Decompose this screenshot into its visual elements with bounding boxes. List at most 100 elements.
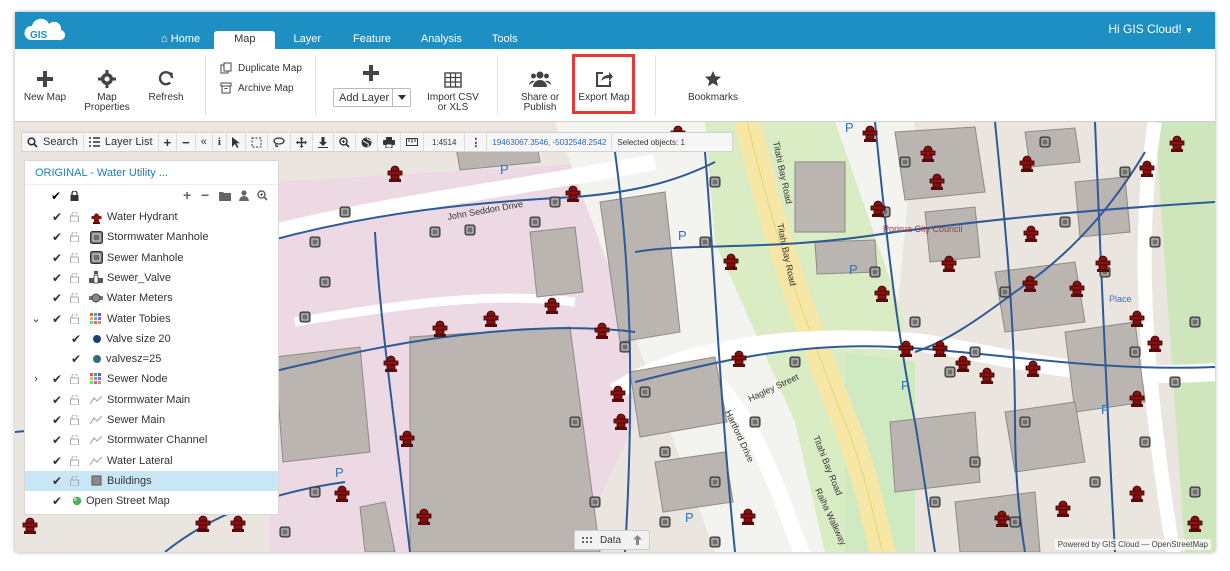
layer-name: Stormwater Main [107, 393, 191, 406]
layer-list-button[interactable]: Layer List [84, 133, 159, 151]
chevron-down-icon[interactable]: ⌄ [31, 312, 41, 325]
folder-icon[interactable] [219, 191, 231, 201]
download-tool[interactable] [313, 133, 334, 151]
layer-row[interactable]: ✔ Sewer_Valve [25, 268, 278, 288]
export-map-button[interactable]: Export Map [575, 49, 633, 122]
visibility-checkbox[interactable]: ✔ [51, 210, 63, 224]
layer-row[interactable]: ✔ Valve size 20 [25, 329, 278, 349]
add-icon[interactable]: + [183, 187, 191, 203]
visibility-checkbox[interactable]: ✔ [51, 271, 63, 285]
select-tool[interactable] [227, 133, 246, 151]
lasso-tool[interactable] [268, 133, 291, 151]
bookmarks-button[interactable]: Bookmarks [683, 49, 743, 122]
zoom-in-button[interactable]: + [159, 133, 178, 151]
layer-row[interactable]: ✔ Water Meters [25, 288, 278, 308]
visibility-checkbox[interactable]: ✔ [51, 230, 63, 244]
data-panel-tab[interactable]: Data [574, 530, 650, 550]
visibility-checkbox[interactable]: ✔ [51, 433, 63, 447]
add-layer-plus-icon[interactable] [362, 64, 380, 87]
ruler-icon [405, 138, 418, 146]
tab-tools[interactable]: Tools [478, 31, 532, 49]
unlock-icon[interactable] [70, 313, 79, 324]
tab-feature[interactable]: Feature [339, 31, 405, 49]
unlock-icon[interactable] [70, 455, 79, 466]
globe-tool[interactable] [356, 133, 378, 151]
pan-tool[interactable] [291, 133, 313, 151]
unlock-icon[interactable] [70, 374, 79, 385]
measure-tool[interactable] [401, 133, 424, 151]
search-button[interactable]: Search [22, 133, 84, 151]
user-menu[interactable]: Hi GIS Cloud! ▼ [1108, 22, 1193, 36]
layer-row[interactable]: ✔ Sewer Manhole [25, 248, 278, 268]
zoom-to-layer-icon[interactable] [257, 190, 268, 201]
zoom-tool[interactable] [334, 133, 356, 151]
tab-map[interactable]: Map [214, 31, 276, 49]
gis-cloud-logo[interactable]: GIS [21, 16, 67, 44]
visibility-checkbox[interactable]: ✔ [51, 413, 63, 427]
layer-row[interactable]: ✔ Water Hydrant [25, 207, 278, 227]
visibility-checkbox[interactable]: ✔ [51, 251, 63, 265]
check-all-icon[interactable]: ✔ [51, 189, 61, 203]
add-layer-dropdown[interactable]: Add Layer [333, 88, 411, 107]
chevron-right-icon[interactable]: › [31, 373, 41, 385]
unlock-icon[interactable] [70, 394, 79, 405]
share-publish-button[interactable]: Share or Publish [515, 49, 565, 122]
map-properties-button[interactable]: Map Properties [83, 49, 131, 122]
unlock-icon[interactable] [70, 212, 79, 222]
parking-label: P [678, 228, 687, 243]
unlock-icon[interactable] [70, 293, 79, 304]
user-icon[interactable] [239, 190, 249, 201]
unlock-icon[interactable] [70, 415, 79, 425]
place-label: Place [1109, 294, 1132, 304]
visibility-checkbox[interactable]: ✔ [51, 393, 63, 407]
remove-icon[interactable]: − [201, 187, 209, 203]
polygon-icon [89, 474, 103, 488]
layer-row[interactable]: ✔ valvesz=25 [25, 349, 278, 369]
valve-icon [89, 271, 103, 285]
visibility-checkbox[interactable]: ✔ [70, 352, 82, 366]
archive-map-button[interactable]: Archive Map [220, 82, 294, 94]
duplicate-map-button[interactable]: Duplicate Map [220, 62, 302, 74]
refresh-button[interactable]: Refresh [145, 49, 187, 122]
visibility-checkbox[interactable]: ✔ [51, 312, 63, 326]
layer-row[interactable]: ✔ Stormwater Manhole [25, 227, 278, 247]
layer-row[interactable]: ⌄ ✔ Water Tobies [25, 309, 278, 329]
box-select-tool[interactable] [246, 133, 268, 151]
visibility-checkbox[interactable]: ✔ [51, 372, 63, 386]
map-title[interactable]: ORIGINAL - Water Utility ... [25, 161, 278, 185]
info-tool[interactable]: i [213, 133, 227, 151]
print-tool[interactable] [378, 133, 401, 151]
layer-row[interactable]: ✔ Open Street Map [25, 491, 278, 511]
lock-icon[interactable] [70, 191, 79, 201]
unlock-icon[interactable] [70, 252, 79, 263]
new-map-button[interactable]: New Map [23, 49, 67, 122]
refresh-label: Refresh [148, 92, 184, 103]
collapse-toolbar-button[interactable]: « [196, 133, 213, 151]
unlock-icon[interactable] [70, 232, 79, 243]
visibility-checkbox[interactable]: ✔ [70, 332, 82, 346]
map-attribution[interactable]: Powered by GIS Cloud — OpenStreetMap [1054, 539, 1211, 550]
visibility-checkbox[interactable]: ✔ [51, 291, 63, 305]
unlock-icon[interactable] [70, 475, 79, 486]
visibility-checkbox[interactable]: ✔ [51, 454, 63, 468]
tab-analysis[interactable]: Analysis [405, 31, 478, 49]
visibility-checkbox[interactable]: ✔ [51, 474, 63, 488]
unlock-icon[interactable] [70, 272, 79, 283]
tab-layer[interactable]: Layer [275, 31, 339, 49]
unlock-icon[interactable] [70, 435, 79, 446]
more-options-button[interactable]: ⋮ [465, 133, 488, 151]
tab-home[interactable]: ⌂ Home [147, 31, 214, 49]
map-canvas[interactable]: John Seddon Drive Titahi Bay Road Titahi… [15, 122, 1215, 552]
layer-row[interactable]: ✔ Sewer Main [25, 410, 278, 430]
visibility-checkbox[interactable]: ✔ [51, 494, 63, 508]
layer-row[interactable]: ✔ Buildings [25, 470, 278, 491]
import-csv-button[interactable]: Import CSV or XLS [423, 49, 483, 122]
layer-row[interactable]: › ✔ Sewer Node [25, 369, 278, 389]
print-icon [382, 136, 395, 148]
layer-row[interactable]: ✔ Stormwater Main [25, 390, 278, 410]
layer-row[interactable]: ✔ Water Lateral [25, 451, 278, 471]
layer-row[interactable]: ✔ Stormwater Channel [25, 430, 278, 450]
zoom-out-button[interactable]: − [177, 133, 196, 151]
grid-icon [89, 312, 103, 326]
parking-label: P [849, 262, 858, 277]
